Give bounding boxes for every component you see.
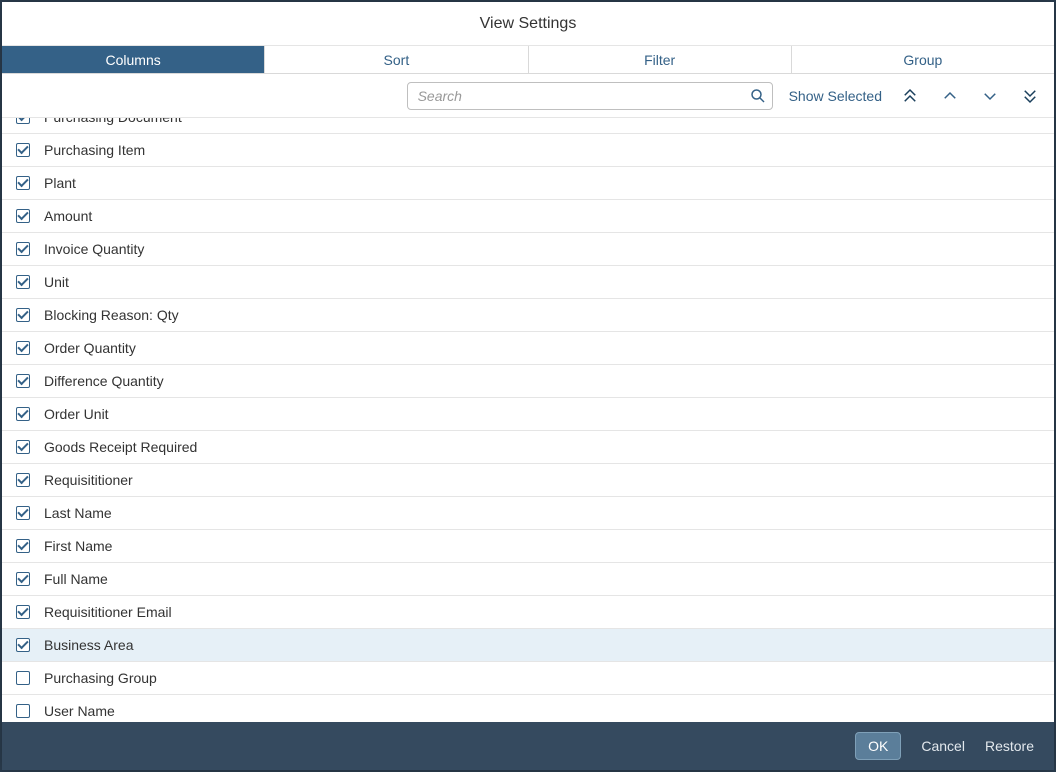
move-top-icon[interactable] — [898, 84, 922, 108]
column-label: Requisititioner — [44, 472, 133, 488]
column-row[interactable]: Last Name — [2, 497, 1054, 530]
column-checkbox[interactable] — [16, 242, 30, 256]
search-input[interactable] — [407, 82, 773, 110]
column-checkbox[interactable] — [16, 176, 30, 190]
column-row[interactable]: Business Area — [2, 629, 1054, 662]
column-checkbox[interactable] — [16, 506, 30, 520]
tab-sort[interactable]: Sort — [265, 46, 528, 73]
restore-button[interactable]: Restore — [985, 738, 1034, 754]
column-row[interactable]: Order Unit — [2, 398, 1054, 431]
column-row[interactable]: Order Quantity — [2, 332, 1054, 365]
column-label: Purchasing Group — [44, 670, 157, 686]
column-checkbox[interactable] — [16, 341, 30, 355]
tabs-bar: ColumnsSortFilterGroup — [2, 46, 1054, 74]
view-settings-dialog: View Settings ColumnsSortFilterGroup Sho… — [2, 2, 1054, 770]
column-label: Invoice Quantity — [44, 241, 144, 257]
column-checkbox[interactable] — [16, 572, 30, 586]
column-checkbox[interactable] — [16, 539, 30, 553]
column-label: Order Unit — [44, 406, 109, 422]
tab-filter[interactable]: Filter — [529, 46, 792, 73]
column-label: Unit — [44, 274, 69, 290]
column-checkbox[interactable] — [16, 275, 30, 289]
column-label: Last Name — [44, 505, 112, 521]
column-row[interactable]: Difference Quantity — [2, 365, 1054, 398]
dialog-footer: OK Cancel Restore — [2, 722, 1054, 770]
column-checkbox[interactable] — [16, 407, 30, 421]
column-row[interactable]: Purchasing Item — [2, 134, 1054, 167]
column-row[interactable]: Plant — [2, 167, 1054, 200]
column-row[interactable]: Full Name — [2, 563, 1054, 596]
cancel-button[interactable]: Cancel — [921, 738, 965, 754]
column-checkbox[interactable] — [16, 440, 30, 454]
column-row[interactable]: Requisititioner — [2, 464, 1054, 497]
column-row[interactable]: First Name — [2, 530, 1054, 563]
column-label: Purchasing Document — [44, 118, 182, 125]
column-label: Plant — [44, 175, 76, 191]
column-checkbox[interactable] — [16, 704, 30, 718]
tab-group[interactable]: Group — [792, 46, 1054, 73]
move-bottom-icon[interactable] — [1018, 84, 1042, 108]
search-field-wrap — [407, 82, 773, 110]
column-row[interactable]: Blocking Reason: Qty — [2, 299, 1054, 332]
column-checkbox[interactable] — [16, 473, 30, 487]
column-label: Requisititioner Email — [44, 604, 172, 620]
column-checkbox[interactable] — [16, 638, 30, 652]
column-label: First Name — [44, 538, 112, 554]
columns-list[interactable]: Purchasing Document Purchasing Item Plant A… — [2, 118, 1054, 722]
columns-toolbar: Show Selected — [2, 74, 1054, 118]
search-icon[interactable] — [749, 87, 767, 105]
column-checkbox[interactable] — [16, 143, 30, 157]
column-checkbox[interactable] — [16, 118, 30, 124]
column-label: Order Quantity — [44, 340, 136, 356]
column-label: Difference Quantity — [44, 373, 164, 389]
dialog-title: View Settings — [2, 2, 1054, 46]
move-down-icon[interactable] — [978, 84, 1002, 108]
column-checkbox[interactable] — [16, 209, 30, 223]
column-row[interactable]: Goods Receipt Required — [2, 431, 1054, 464]
column-label: Goods Receipt Required — [44, 439, 197, 455]
column-row[interactable]: Purchasing Group — [2, 662, 1054, 695]
column-label: Full Name — [44, 571, 108, 587]
tab-columns[interactable]: Columns — [2, 46, 265, 73]
column-label: Purchasing Item — [44, 142, 145, 158]
column-row[interactable]: Invoice Quantity — [2, 233, 1054, 266]
column-row[interactable]: Purchasing Document — [2, 118, 1054, 134]
move-up-icon[interactable] — [938, 84, 962, 108]
column-label: Business Area — [44, 637, 134, 653]
column-row[interactable]: Amount — [2, 200, 1054, 233]
column-label: User Name — [44, 703, 115, 719]
column-row[interactable]: User Name — [2, 695, 1054, 722]
column-row[interactable]: Unit — [2, 266, 1054, 299]
column-label: Blocking Reason: Qty — [44, 307, 179, 323]
column-label: Amount — [44, 208, 92, 224]
column-checkbox[interactable] — [16, 308, 30, 322]
ok-button[interactable]: OK — [855, 732, 901, 760]
column-checkbox[interactable] — [16, 374, 30, 388]
column-row[interactable]: Requisititioner Email — [2, 596, 1054, 629]
show-selected-link[interactable]: Show Selected — [789, 88, 882, 104]
column-checkbox[interactable] — [16, 605, 30, 619]
column-checkbox[interactable] — [16, 671, 30, 685]
